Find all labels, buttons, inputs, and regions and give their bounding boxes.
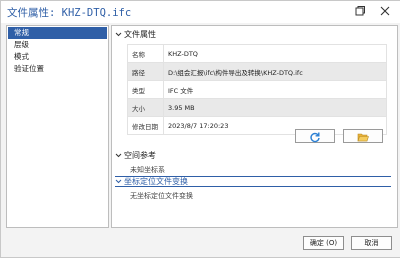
- property-key: 修改日期: [127, 116, 164, 135]
- table-row: 名称 KHZ-DTQ: [127, 44, 387, 63]
- file-properties-section-toggle[interactable]: 文件属性: [115, 29, 156, 41]
- sidebar-item-schema[interactable]: 模式: [8, 51, 107, 63]
- file-properties-dialog: 文件属性: KHZ-DTQ.ifc 常规 层级 模式 验证位置 文件属性 名称 …: [0, 0, 400, 258]
- refresh-button[interactable]: [295, 129, 335, 143]
- sidebar-item-hierarchy[interactable]: 层级: [8, 39, 107, 51]
- refresh-icon: [310, 132, 320, 143]
- table-row: 路径 D:\组会汇报\ifc\构件导出及转换\KHZ-DTQ.ifc: [127, 62, 387, 81]
- table-row: 类型 IFC 文件: [127, 80, 387, 99]
- cancel-button[interactable]: 取消: [351, 236, 392, 250]
- property-key: 名称: [127, 44, 164, 63]
- property-key: 大小: [127, 98, 164, 117]
- table-row: 大小 3.95 MB: [127, 98, 387, 117]
- property-key: 路径: [127, 62, 164, 81]
- spatial-reference-section-toggle[interactable]: 空间参考: [115, 150, 156, 162]
- coordinate-system-status: 未知坐标系: [130, 166, 165, 174]
- property-value: IFC 文件: [163, 80, 387, 99]
- category-sidebar: 常规 层级 模式 验证位置: [6, 25, 109, 228]
- transform-header: 坐标定位文件变换: [124, 177, 188, 186]
- close-button[interactable]: [378, 4, 392, 18]
- properties-panel: 文件属性 名称 KHZ-DTQ 路径 D:\组会汇报\ifc\构件导出及转换\K…: [111, 25, 398, 228]
- restore-button[interactable]: [353, 4, 367, 18]
- ok-button[interactable]: 确定 (O): [303, 236, 344, 250]
- open-folder-button[interactable]: [343, 129, 383, 143]
- spatial-reference-header: 空间参考: [124, 151, 156, 160]
- chevron-down-icon: [115, 32, 122, 37]
- property-value: D:\组会汇报\ifc\构件导出及转换\KHZ-DTQ.ifc: [163, 62, 387, 81]
- file-properties-table: 名称 KHZ-DTQ 路径 D:\组会汇报\ifc\构件导出及转换\KHZ-DT…: [127, 44, 387, 135]
- property-value: 3.95 MB: [163, 98, 387, 117]
- restore-window-icon: [355, 6, 365, 16]
- sidebar-item-validate-location[interactable]: 验证位置: [8, 63, 107, 75]
- transform-section-toggle[interactable]: 坐标定位文件变换: [115, 176, 391, 187]
- title-bar: 文件属性: KHZ-DTQ.ifc: [1, 1, 400, 23]
- close-icon: [380, 6, 390, 16]
- file-properties-header: 文件属性: [124, 30, 156, 39]
- chevron-down-icon: [115, 153, 122, 158]
- chevron-down-icon: [115, 179, 122, 184]
- open-folder-icon: [357, 133, 369, 142]
- window-title: 文件属性: KHZ-DTQ.ifc: [7, 7, 132, 19]
- sidebar-item-general[interactable]: 常规: [8, 27, 107, 39]
- property-key: 类型: [127, 80, 164, 99]
- property-value: KHZ-DTQ: [163, 44, 387, 63]
- transform-status: 无坐标定位文件变换: [130, 192, 193, 200]
